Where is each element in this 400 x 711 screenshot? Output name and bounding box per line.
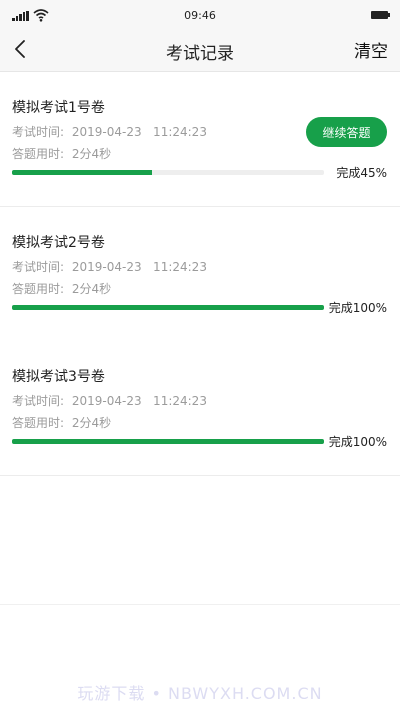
exam-duration-row: 答题用时: 2分4秒 [12,145,111,162]
exam-time-label: 考试时间: [12,394,65,408]
exam-title: 模拟考试1号卷 [12,100,105,116]
exam-duration-value: 2分4秒 [71,282,112,296]
progress-fill [12,305,324,310]
clear-button[interactable]: 清空 [354,37,388,62]
progress-bar [12,439,324,444]
continue-answering-button[interactable]: 继续答题 [306,117,387,147]
battery-icon [371,11,390,19]
exam-duration-label: 答题用时: [12,147,65,161]
exam-duration-row: 答题用时: 2分4秒 [12,280,111,297]
exam-duration-label: 答题用时: [12,282,65,296]
status-time: 09:46 [184,9,216,22]
chevron-left-icon [15,40,25,58]
status-bar: 09:46 [0,0,400,28]
exam-duration-row: 答题用时: 2分4秒 [12,414,111,431]
exam-record-2[interactable]: 模拟考试2号卷 考试时间: 2019-04-23 11:24:23 答题用时: … [0,207,400,342]
progress-fill [12,439,324,444]
page-title: 考试记录 [166,44,234,64]
exam-time-label: 考试时间: [12,125,65,139]
exam-time-value: 2019-04-23 11:24:23 [71,260,207,274]
watermark: 玩游下载 • NBWYXH.COM.CN [77,684,323,703]
exam-title: 模拟考试2号卷 [12,235,105,251]
progress-bar [12,170,324,175]
exam-record-3[interactable]: 模拟考试3号卷 考试时间: 2019-04-23 11:24:23 答题用时: … [0,341,400,476]
exam-duration-value: 2分4秒 [71,147,112,161]
progress-text: 完成45% [336,166,387,180]
exam-time-value: 2019-04-23 11:24:23 [71,394,207,408]
exam-time-label: 考试时间: [12,260,65,274]
progress-bar [12,305,324,310]
nav-bar: 考试记录 清空 [0,28,400,72]
exam-duration-label: 答题用时: [12,416,65,430]
exam-record-1[interactable]: 模拟考试1号卷 考试时间: 2019-04-23 11:24:23 答题用时: … [0,72,400,207]
progress-fill [12,170,153,175]
divider [0,604,400,605]
exam-title: 模拟考试3号卷 [12,369,105,385]
exam-duration-value: 2分4秒 [71,416,112,430]
progress-text: 完成100% [328,435,387,449]
exam-time-row: 考试时间: 2019-04-23 11:24:23 [12,258,207,275]
progress-text: 完成100% [328,301,387,315]
exam-time-row: 考试时间: 2019-04-23 11:24:23 [12,392,207,409]
exam-time-value: 2019-04-23 11:24:23 [71,125,207,139]
exam-time-row: 考试时间: 2019-04-23 11:24:23 [12,123,207,140]
back-button[interactable] [6,34,34,64]
